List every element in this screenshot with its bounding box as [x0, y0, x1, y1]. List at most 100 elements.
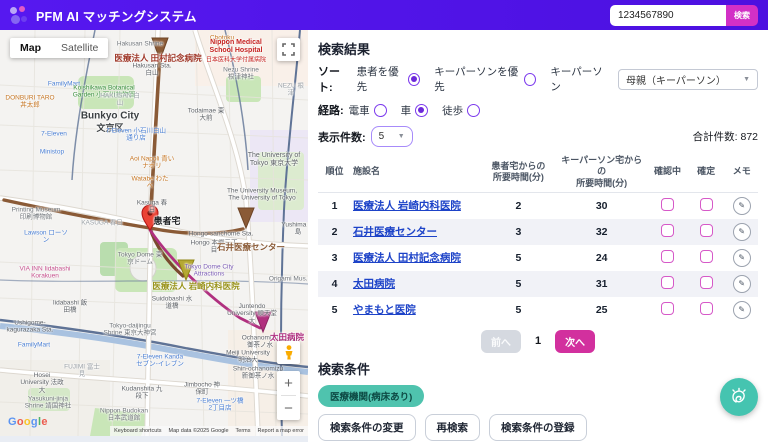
google-logo: Google: [8, 416, 48, 428]
route-label: 経路:: [318, 102, 344, 118]
route-option-train[interactable]: 電車: [349, 103, 387, 118]
confirmed-cell: [687, 271, 726, 297]
fullscreen-icon: [282, 43, 295, 56]
col-confirming: 確認中: [648, 152, 687, 192]
table-row: 4太田病院531✎: [318, 271, 758, 297]
chevron-down-icon: ▼: [743, 76, 750, 83]
memo-button[interactable]: ✎: [733, 197, 751, 215]
next-page-button[interactable]: 次へ: [555, 330, 595, 353]
memo-cell: ✎: [726, 297, 758, 323]
facility-link[interactable]: やまもと医院: [353, 304, 416, 316]
memo-button[interactable]: ✎: [733, 223, 751, 241]
research-button[interactable]: 再検索: [425, 414, 481, 441]
table-row: 2石井医療センター332✎: [318, 219, 758, 245]
zoom-control: + −: [277, 371, 300, 420]
keyperson-minutes-cell: 31: [555, 271, 648, 297]
confirmed-checkbox[interactable]: [700, 198, 713, 211]
ai-assistant-button[interactable]: [720, 378, 758, 416]
satellite-view-button[interactable]: Satellite: [51, 38, 108, 58]
keyboard-shortcuts-link[interactable]: Keyboard shortcuts: [114, 428, 161, 434]
confirming-checkbox[interactable]: [661, 198, 674, 211]
walk-radio[interactable]: [467, 104, 480, 117]
change-conditions-button[interactable]: 検索条件の変更: [318, 414, 416, 441]
confirming-cell: [648, 271, 687, 297]
results-table: 順位 施設名 患者宅からの 所要時間(分) キーパーソン宅からの 所要時間(分)…: [318, 152, 758, 323]
terms-link[interactable]: Terms: [236, 428, 251, 434]
zoom-out-button[interactable]: −: [277, 396, 300, 420]
confirming-cell: [648, 219, 687, 245]
confirming-checkbox[interactable]: [661, 224, 674, 237]
app-title: PFM AI マッチングシステム: [36, 6, 197, 25]
fullscreen-button[interactable]: [277, 38, 300, 61]
col-confirmed: 確定: [687, 152, 726, 192]
col-rank: 順位: [318, 152, 351, 192]
map-view-button[interactable]: Map: [10, 38, 51, 58]
app-header: PFM AI マッチングシステム 検索: [0, 0, 768, 30]
confirming-checkbox[interactable]: [661, 276, 674, 289]
table-row: 1医療法人 岩崎内科医院230✎: [318, 192, 758, 219]
sort-option-keyperson-first[interactable]: キーパーソンを優先: [434, 64, 536, 94]
radio-label: 電車: [349, 103, 370, 118]
confirmed-cell: [687, 192, 726, 219]
zoom-in-button[interactable]: +: [277, 371, 300, 395]
search-button[interactable]: 検索: [726, 5, 758, 26]
col-facility: 施設名: [351, 152, 482, 192]
rank-cell: 5: [318, 297, 351, 323]
patient-minutes-cell: 5: [482, 271, 556, 297]
keyperson-selected-value: 母親（キーパーソン）: [626, 72, 726, 87]
radio-label: キーパーソンを優先: [434, 64, 520, 94]
prev-page-button[interactable]: 前へ: [481, 330, 521, 353]
train-radio[interactable]: [374, 104, 387, 117]
memo-button[interactable]: ✎: [733, 301, 751, 319]
confirming-checkbox[interactable]: [661, 250, 674, 263]
keyperson-minutes-cell: 25: [555, 297, 648, 323]
keyperson-select[interactable]: 母親（キーパーソン） ▼: [618, 69, 758, 90]
patient-minutes-cell: 5: [482, 297, 556, 323]
confirmed-checkbox[interactable]: [700, 302, 713, 315]
col-patient-time: 患者宅からの 所要時間(分): [482, 152, 556, 192]
route-west: [4, 200, 150, 228]
keyperson-minutes-cell: 32: [555, 219, 648, 245]
route-option-walk[interactable]: 徒歩: [442, 103, 480, 118]
confirmed-cell: [687, 245, 726, 271]
confirmed-checkbox[interactable]: [700, 276, 713, 289]
facility-link[interactable]: 太田病院: [353, 278, 395, 290]
display-count-row: 表示件数: 5 ▼ 合計件数: 872: [318, 126, 758, 147]
facility-link[interactable]: 医療法人 田村記念病院: [353, 252, 461, 264]
confirmed-checkbox[interactable]: [700, 224, 713, 237]
register-conditions-button[interactable]: 検索条件の登録: [489, 414, 587, 441]
patient-first-radio[interactable]: [408, 73, 420, 86]
memo-cell: ✎: [726, 219, 758, 245]
confirming-checkbox[interactable]: [661, 302, 674, 315]
memo-cell: ✎: [726, 245, 758, 271]
table-row: 5やまもと医院525✎: [318, 297, 758, 323]
chevron-down-icon: ▼: [398, 133, 405, 140]
display-count-select[interactable]: 5 ▼: [371, 126, 413, 147]
current-page: 1: [535, 335, 541, 347]
radio-label: 患者を優先: [357, 64, 405, 94]
results-panel: 検索結果 ソート: 患者を優先 キーパーソンを優先 キーパーソン 母親（キーパー…: [308, 30, 768, 442]
sort-option-patient-first[interactable]: 患者を優先: [357, 64, 421, 94]
map-canvas[interactable]: Hakusan ShrineChotokuNippon Medical Scho…: [0, 30, 308, 436]
table-header-row: 順位 施設名 患者宅からの 所要時間(分) キーパーソン宅からの 所要時間(分)…: [318, 152, 758, 192]
keyperson-first-radio[interactable]: [524, 73, 536, 86]
marker-ota-hospital: [255, 312, 271, 332]
condition-buttons: 検索条件の変更 再検索 検索条件の登録: [318, 414, 758, 441]
patient-minutes-cell: 5: [482, 245, 556, 271]
street-view-pegman[interactable]: [277, 341, 300, 364]
map-type-control: Map Satellite: [10, 38, 108, 58]
memo-button[interactable]: ✎: [733, 249, 751, 267]
rank-cell: 3: [318, 245, 351, 271]
patient-id-search-input[interactable]: [610, 5, 726, 26]
confirmed-cell: [687, 219, 726, 245]
col-memo: メモ: [726, 152, 758, 192]
sort-row: ソート: 患者を優先 キーパーソンを優先 キーパーソン 母親（キーパーソン） ▼: [318, 63, 758, 95]
facility-link[interactable]: 石井医療センター: [353, 226, 437, 238]
memo-button[interactable]: ✎: [733, 275, 751, 293]
route-option-car[interactable]: 車: [401, 103, 429, 118]
report-map-error-link[interactable]: Report a map error: [258, 428, 304, 434]
car-radio[interactable]: [415, 104, 428, 117]
confirmed-checkbox[interactable]: [700, 250, 713, 263]
facility-link[interactable]: 医療法人 岩崎内科医院: [353, 200, 461, 212]
display-count-label: 表示件数:: [318, 129, 366, 145]
